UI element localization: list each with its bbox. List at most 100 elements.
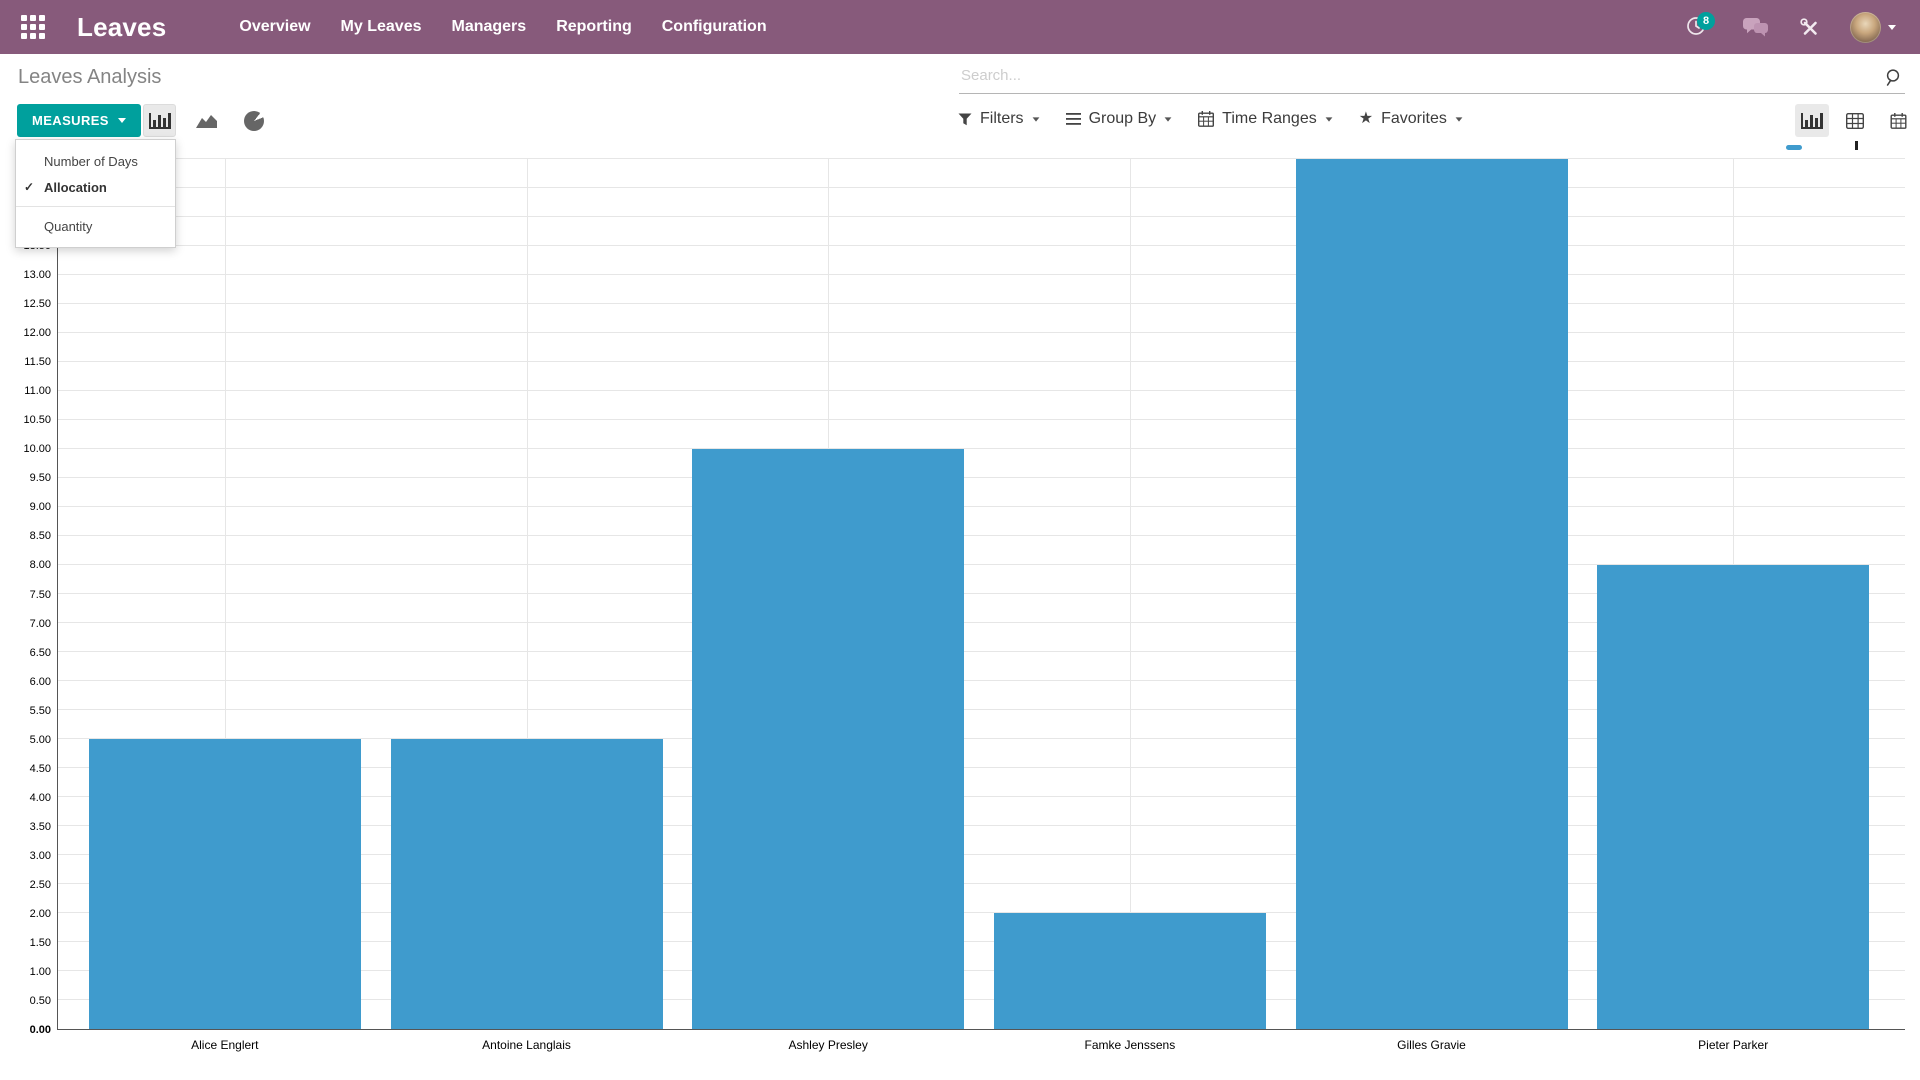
bar[interactable]	[89, 739, 361, 1029]
y-axis-tick-label: 7.50	[30, 589, 51, 601]
y-axis-tick-label: 11.00	[24, 385, 51, 397]
nav-menu: Overview My Leaves Managers Reporting Co…	[224, 0, 781, 54]
star-icon: ★	[1359, 111, 1373, 127]
graph-view-button[interactable]	[1795, 104, 1829, 137]
time-ranges-dropdown[interactable]: Time Ranges	[1198, 110, 1333, 128]
chart-type-switcher	[143, 104, 270, 137]
chart-category-slot: Pieter Parker	[1582, 159, 1884, 1029]
menu-item-label: Allocation	[44, 180, 107, 195]
page-title: Leaves Analysis	[18, 66, 161, 89]
chart-slots: Alice Englert Antoine Langlais Ashley Pr…	[58, 159, 1905, 1029]
nav-item-overview[interactable]: Overview	[224, 0, 325, 54]
y-axis-tick-label: 6.50	[30, 647, 51, 659]
search-icon[interactable]	[1884, 68, 1903, 92]
y-axis-tick-label: 7.00	[30, 618, 51, 630]
area-chart-icon	[196, 113, 218, 129]
bar-chart-type-button[interactable]	[143, 104, 176, 137]
line-chart-type-button[interactable]	[190, 104, 223, 137]
pivot-view-button[interactable]	[1838, 104, 1872, 137]
y-axis-tick-label: 8.50	[30, 530, 51, 542]
measures-menu-item-number-of-days[interactable]: Number of Days	[16, 148, 175, 174]
chevron-down-icon	[1455, 117, 1462, 121]
x-axis-category-label: Ashley Presley	[657, 1038, 999, 1052]
bar[interactable]	[994, 913, 1266, 1029]
filters-label: Filters	[980, 110, 1024, 128]
measures-button-label: MEASURES	[32, 113, 109, 128]
developer-tools-button[interactable]	[1799, 17, 1820, 38]
nav-item-managers[interactable]: Managers	[436, 0, 541, 54]
y-axis-tick-label: 4.00	[30, 792, 51, 804]
chevron-down-icon	[1165, 117, 1172, 121]
activity-clock-button[interactable]: 8	[1686, 15, 1712, 39]
nav-item-configuration[interactable]: Configuration	[647, 0, 782, 54]
y-axis-tick-label: 0.00	[30, 1024, 51, 1036]
y-axis-tick-label: 8.00	[30, 559, 51, 571]
y-axis-tick-label: 5.00	[30, 734, 51, 746]
x-axis-category-label: Pieter Parker	[1562, 1038, 1904, 1052]
legend-series-chip[interactable]	[1786, 145, 1802, 150]
measures-dropdown-menu: Number of Days ✓ Allocation Quantity	[15, 139, 176, 248]
view-switcher	[1795, 104, 1915, 137]
favorites-label: Favorites	[1381, 110, 1447, 128]
group-by-lines-icon	[1066, 113, 1081, 125]
chevron-down-icon	[118, 118, 126, 123]
pie-chart-icon	[244, 111, 264, 131]
bar[interactable]	[391, 739, 663, 1029]
leaves-analysis-page: Leaves Overview My Leaves Managers Repor…	[0, 0, 1920, 1080]
menu-divider	[16, 206, 175, 207]
y-axis-tick-label: 0.50	[30, 995, 51, 1007]
apps-grid-icon[interactable]	[21, 15, 45, 39]
menu-item-label: Quantity	[44, 219, 92, 234]
chart-category-slot: Gilles Gravie	[1281, 159, 1583, 1029]
x-axis-category-label: Famke Jenssens	[959, 1038, 1301, 1052]
y-axis-tick-label: 9.00	[30, 501, 51, 513]
x-axis-category-label: Gilles Gravie	[1261, 1038, 1603, 1052]
navbar-right-icons: 8	[1686, 12, 1904, 43]
favorites-dropdown[interactable]: ★ Favorites	[1359, 110, 1463, 128]
calendar-icon	[1198, 111, 1214, 127]
measures-menu-item-quantity[interactable]: Quantity	[16, 213, 175, 239]
chart-category-slot: Alice Englert	[74, 159, 376, 1029]
tools-wrench-icon	[1799, 17, 1820, 38]
y-axis-tick-label: 6.00	[30, 676, 51, 688]
chevron-down-icon	[1888, 25, 1896, 30]
y-axis-tick-label: 12.50	[23, 298, 51, 310]
y-axis-tick-label: 2.00	[30, 908, 51, 920]
y-axis-tick-label: 3.00	[30, 850, 51, 862]
filters-dropdown[interactable]: Filters	[958, 110, 1040, 128]
activity-count-badge[interactable]: 8	[1697, 12, 1715, 30]
group-by-dropdown[interactable]: Group By	[1066, 110, 1173, 128]
bar[interactable]	[1597, 565, 1869, 1029]
bar[interactable]	[692, 449, 964, 1029]
x-axis-category-label: Antoine Langlais	[356, 1038, 698, 1052]
search-filter-bar: Filters Group By Time Ranges ★	[958, 110, 1463, 128]
check-icon: ✓	[24, 179, 34, 196]
legend-mark	[1855, 141, 1858, 150]
user-avatar	[1850, 12, 1881, 43]
measures-button[interactable]: MEASURES	[17, 104, 141, 137]
search-box	[959, 60, 1905, 94]
y-axis-tick-label: 12.00	[23, 327, 51, 339]
measures-menu-item-allocation[interactable]: ✓ Allocation	[16, 174, 175, 200]
app-brand[interactable]: Leaves	[77, 12, 166, 43]
y-axis-labels: 0.000.501.001.502.002.503.003.504.004.50…	[0, 159, 54, 1030]
messages-button[interactable]	[1742, 17, 1769, 38]
search-input[interactable]	[959, 60, 1864, 90]
vertical-gridline	[1130, 159, 1131, 1029]
calendar-view-button[interactable]	[1881, 104, 1915, 137]
y-axis-tick-label: 4.50	[30, 763, 51, 775]
nav-item-my-leaves[interactable]: My Leaves	[326, 0, 437, 54]
time-ranges-label: Time Ranges	[1222, 110, 1317, 128]
menu-item-label: Number of Days	[44, 154, 138, 169]
bar-chart-plot: Alice Englert Antoine Langlais Ashley Pr…	[57, 159, 1905, 1030]
pie-chart-type-button[interactable]	[237, 104, 270, 137]
user-menu[interactable]	[1850, 12, 1896, 43]
bar[interactable]	[1296, 159, 1568, 1029]
calendar-icon	[1890, 113, 1907, 129]
y-axis-tick-label: 10.00	[23, 443, 51, 455]
pivot-table-icon	[1846, 113, 1864, 129]
y-axis-tick-label: 10.50	[23, 414, 51, 426]
group-by-label: Group By	[1089, 110, 1157, 128]
nav-item-reporting[interactable]: Reporting	[541, 0, 647, 54]
y-axis-tick-label: 13.00	[23, 269, 51, 281]
